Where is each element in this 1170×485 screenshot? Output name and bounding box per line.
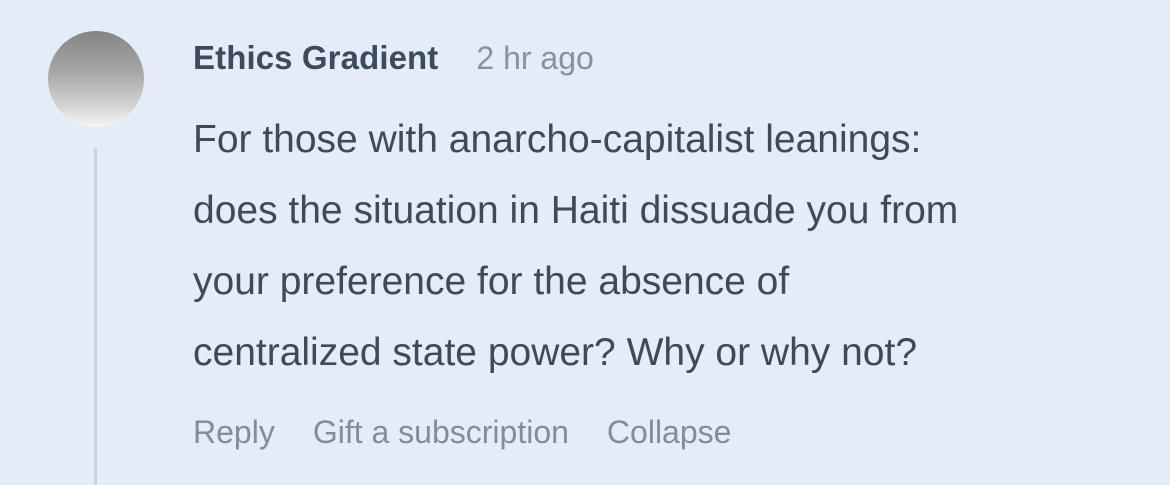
timestamp[interactable]: 2 hr ago (476, 40, 593, 77)
comment-body: For those with anarcho-capitalist leanin… (193, 104, 1133, 388)
collapse-button[interactable]: Collapse (607, 414, 732, 451)
comment-body-line: centralized state power? Why or why not? (193, 331, 918, 374)
comment-body-line: For those with anarcho-capitalist leanin… (193, 118, 922, 161)
comment-header: Ethics Gradient 2 hr ago (193, 36, 594, 80)
comment-body-line: your preference for the absence of (193, 260, 790, 303)
author-name[interactable]: Ethics Gradient (193, 39, 438, 77)
reply-button[interactable]: Reply (193, 414, 275, 451)
comment-body-line: does the situation in Haiti dissuade you… (193, 189, 959, 232)
thread-line[interactable] (94, 148, 97, 485)
avatar[interactable] (48, 31, 144, 127)
gift-subscription-button[interactable]: Gift a subscription (313, 414, 569, 451)
comment: Ethics Gradient 2 hr ago For those with … (0, 0, 1170, 485)
comment-actions: Reply Gift a subscription Collapse (193, 414, 769, 451)
